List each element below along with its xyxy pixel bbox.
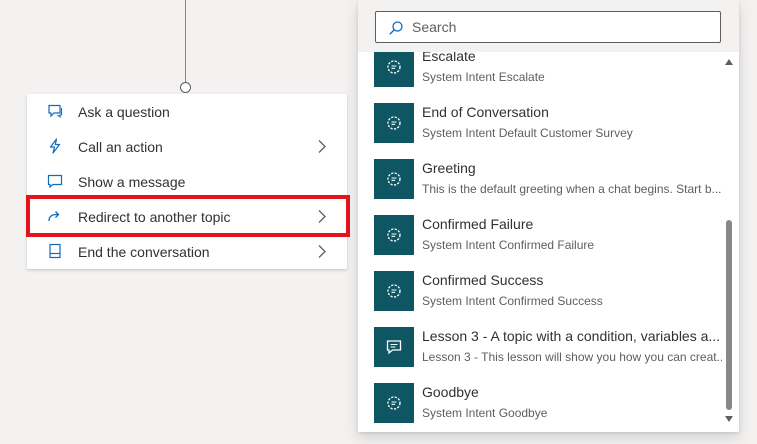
topic-description: System Intent Confirmed Failure	[422, 238, 595, 252]
topic-list: Escalate System Intent Escalate End of C…	[358, 52, 726, 432]
topic-description: This is the default greeting when a chat…	[422, 182, 722, 196]
chevron-right-icon	[317, 244, 327, 259]
topic-item-lesson-3[interactable]: Lesson 3 - A topic with a condition, var…	[358, 324, 726, 380]
topic-item-confirmed-success[interactable]: Confirmed Success System Intent Confirme…	[358, 268, 726, 324]
topic-item-greeting[interactable]: Greeting This is the default greeting wh…	[358, 156, 726, 212]
topic-title: Escalate	[422, 52, 476, 64]
menu-item-ask-question[interactable]: Ask a question	[27, 94, 347, 129]
topic-title: Confirmed Failure	[422, 216, 534, 232]
end-conversation-icon	[47, 243, 63, 259]
menu-item-label: Ask a question	[78, 103, 170, 120]
topic-title: Lesson 3 - A topic with a condition, var…	[422, 328, 721, 344]
topic-item-confirmed-failure[interactable]: Confirmed Failure System Intent Confirme…	[358, 212, 726, 268]
topic-title: Confirmed Success	[422, 272, 544, 288]
scrollbar-thumb[interactable]	[726, 220, 732, 410]
system-topic-gear-icon	[374, 159, 414, 199]
search-input[interactable]	[412, 17, 712, 37]
system-topic-gear-icon	[374, 383, 414, 423]
topic-description: System Intent Default Customer Survey	[422, 126, 633, 140]
system-topic-gear-icon	[374, 103, 414, 143]
message-icon	[47, 173, 63, 189]
lightning-icon	[47, 138, 63, 154]
topic-description: Lesson 3 - This lesson will show you how…	[422, 350, 722, 364]
menu-item-label: Show a message	[78, 173, 186, 190]
menu-item-call-action[interactable]: Call an action	[27, 129, 347, 164]
add-node-menu: Ask a question Call an action Show a mes…	[27, 94, 347, 269]
topic-item-goodbye[interactable]: Goodbye System Intent Goodbye	[358, 380, 726, 432]
menu-item-label: End the conversation	[78, 243, 210, 260]
highlight-annotation	[26, 195, 350, 237]
topic-list-scrollbar[interactable]	[722, 52, 736, 432]
menu-item-show-message[interactable]: Show a message	[27, 164, 347, 199]
topic-title: End of Conversation	[422, 104, 549, 120]
chevron-right-icon	[317, 139, 327, 154]
topic-description: System Intent Goodbye	[422, 406, 548, 420]
scroll-down-arrow-icon[interactable]	[725, 416, 733, 422]
system-topic-gear-icon	[374, 271, 414, 311]
system-topic-gear-icon	[374, 52, 414, 87]
topic-description: System Intent Confirmed Success	[422, 294, 603, 308]
topic-item-end-of-conversation[interactable]: End of Conversation System Intent Defaul…	[358, 100, 726, 156]
flow-connector-line	[185, 0, 186, 83]
topic-description: System Intent Escalate	[422, 70, 545, 84]
custom-topic-chat-icon	[374, 327, 414, 367]
flow-connector-node[interactable]	[180, 82, 191, 93]
menu-item-end-conversation[interactable]: End the conversation	[27, 234, 347, 269]
topic-title: Goodbye	[422, 384, 479, 400]
system-topic-gear-icon	[374, 215, 414, 255]
topic-item-escalate[interactable]: Escalate System Intent Escalate	[358, 52, 726, 100]
search-icon	[388, 20, 404, 36]
chat-question-icon	[47, 103, 63, 119]
topic-picker-panel: Escalate System Intent Escalate End of C…	[358, 0, 739, 432]
search-area	[358, 0, 739, 52]
search-box[interactable]	[375, 11, 721, 43]
menu-item-label: Call an action	[78, 138, 163, 155]
scroll-up-arrow-icon[interactable]	[725, 59, 733, 65]
topic-title: Greeting	[422, 160, 476, 176]
